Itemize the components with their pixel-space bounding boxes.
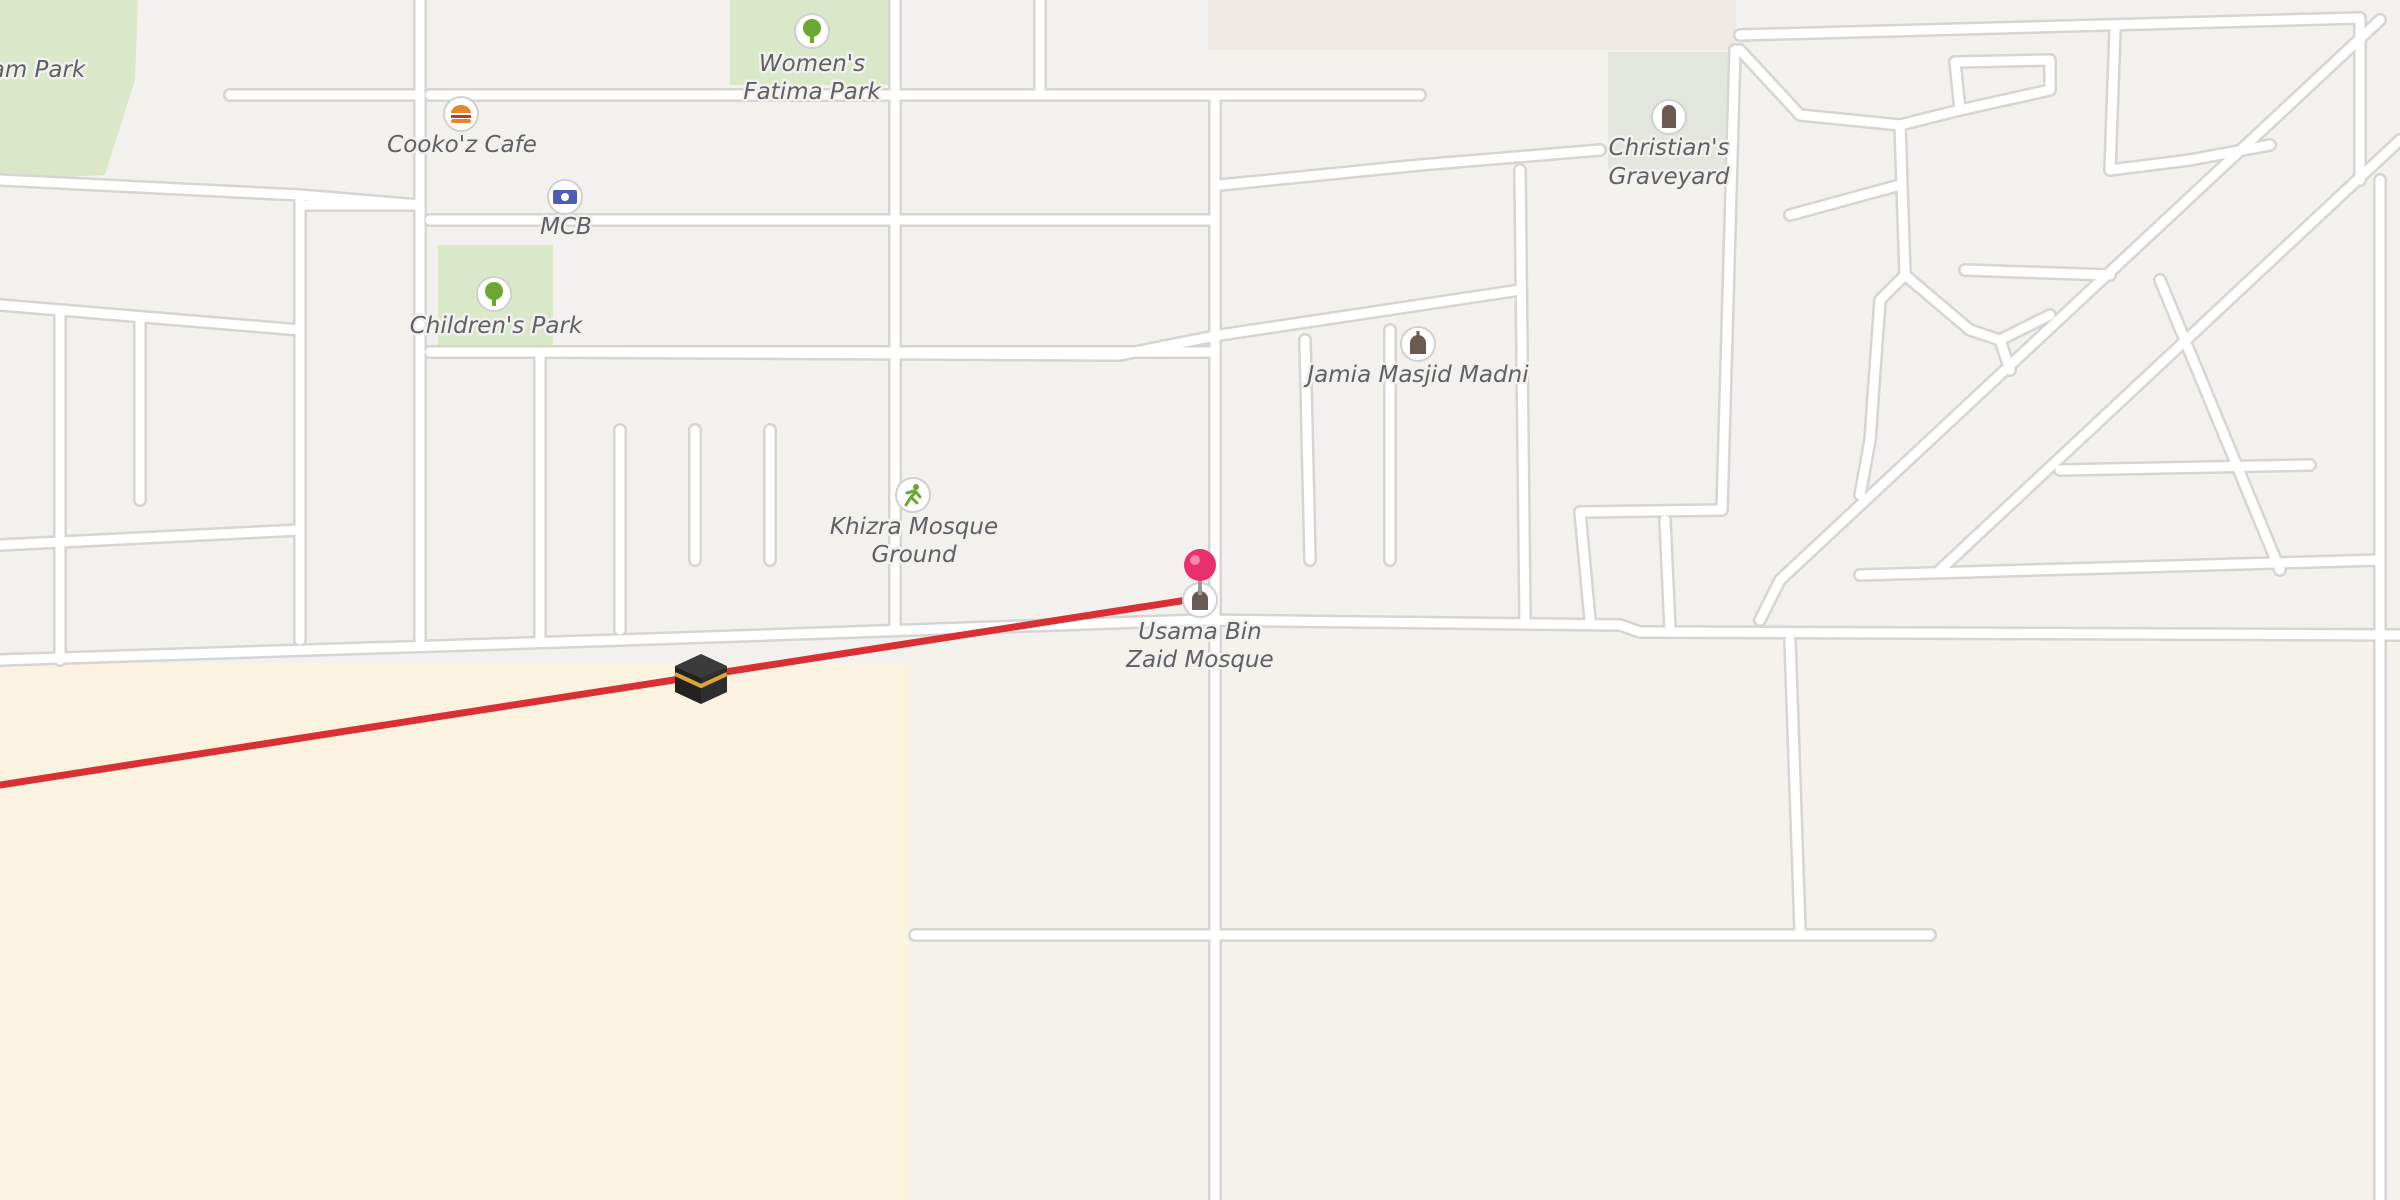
sand-area xyxy=(0,663,910,1200)
mosque-icon[interactable] xyxy=(1400,326,1436,362)
park-label-partial: am Park xyxy=(0,57,87,83)
graveyard-label-line1: Christian's xyxy=(1609,135,1730,161)
khizra-ground-label-line1: Khizra Mosque xyxy=(830,514,998,540)
gravestone-icon[interactable] xyxy=(1651,99,1687,135)
womens-park-label-line1: Women's xyxy=(759,51,865,77)
usama-mosque-label-line2: Zaid Mosque xyxy=(1125,647,1273,673)
tree-icon[interactable] xyxy=(476,276,512,312)
banknote-icon[interactable] xyxy=(547,179,583,215)
building-area-top xyxy=(1208,0,1736,50)
tree-icon[interactable] xyxy=(794,13,830,49)
khizra-ground-label-line2: Ground xyxy=(871,542,957,568)
jamia-masjid-label: Jamia Masjid Madni xyxy=(1303,362,1529,388)
graveyard-label-line2: Graveyard xyxy=(1609,164,1730,190)
open-ground-area xyxy=(910,640,2400,1200)
bank-label: MCB xyxy=(540,214,592,240)
map-canvas[interactable]: am Park Cooko'z Cafe MCB Children's Park… xyxy=(0,0,2400,1200)
cafe-label: Cooko'z Cafe xyxy=(387,132,537,158)
usama-mosque-label-line1: Usama Bin xyxy=(1138,619,1261,645)
running-person-icon[interactable] xyxy=(895,477,931,513)
burger-icon[interactable] xyxy=(443,96,479,132)
childrens-park-label: Children's Park xyxy=(410,313,584,339)
womens-park-label-line2: Fatima Park xyxy=(743,79,882,105)
